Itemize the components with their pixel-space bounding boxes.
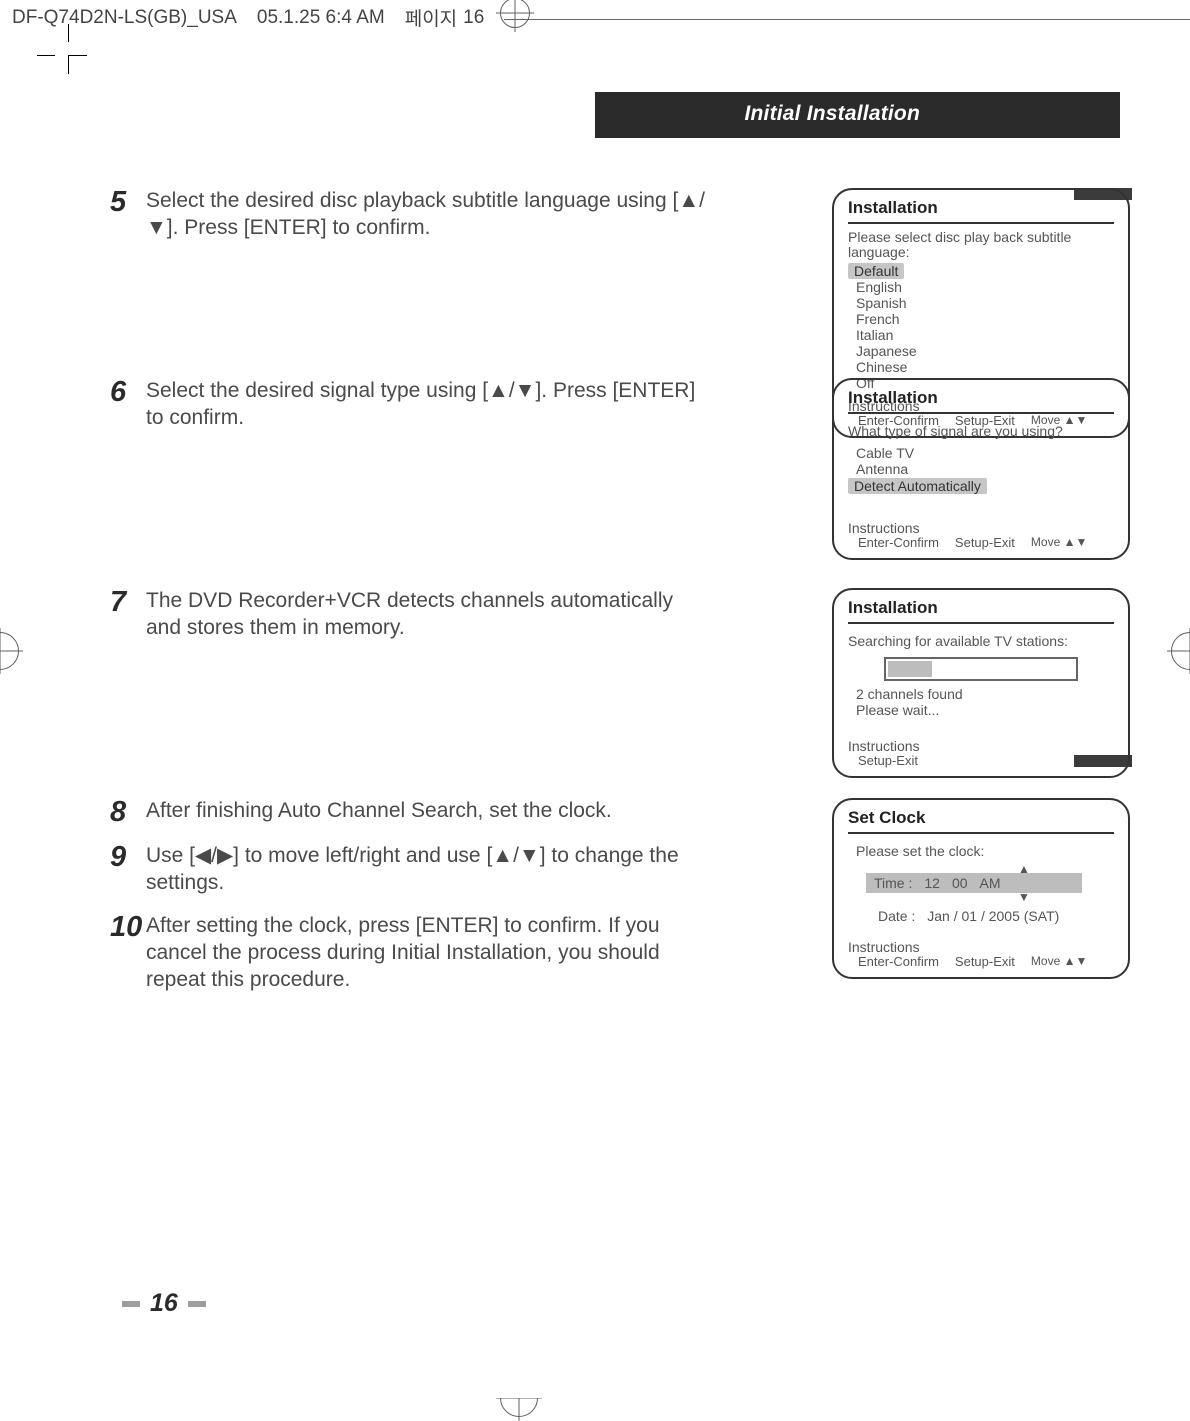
print-header: DF-Q74D2N-LS(GB)_USA 05.1.25 6:4 AM 페이지 … <box>0 0 1190 33</box>
header-rule <box>504 19 1190 20</box>
clock-time-row[interactable]: Time : 12 00 AM <box>866 873 1082 893</box>
step-text: Select the desired disc playback subtitl… <box>146 188 706 242</box>
step-text: Use [◀/▶] to move left/right and use [▲/… <box>146 843 706 897</box>
osd-option[interactable]: English <box>848 279 1114 295</box>
osd-option[interactable]: Japanese <box>848 343 1114 359</box>
step-number: 8 <box>110 798 146 827</box>
step-number: 9 <box>110 843 146 872</box>
registration-mark-icon <box>0 628 23 674</box>
osd-title: Set Clock <box>848 808 1114 834</box>
osd-signal-type: Installation What type of signal are you… <box>832 378 1130 560</box>
osd-option[interactable]: Antenna <box>848 461 1114 477</box>
down-arrow-icon[interactable]: ▼ <box>934 891 1114 903</box>
osd-instructions-label: Instructions <box>848 520 1114 536</box>
osd-option[interactable]: Spanish <box>848 295 1114 311</box>
step-number: 10 <box>110 913 146 942</box>
page-number-footer: 16 <box>122 1289 206 1318</box>
clock-hour[interactable]: 12 <box>924 875 940 891</box>
clock-time-label: Time : <box>874 875 912 891</box>
osd-instructions-label: Instructions <box>848 738 1114 754</box>
step-number: 6 <box>110 378 146 407</box>
progress-bar <box>884 657 1078 681</box>
page-number-dash-icon <box>122 1301 140 1307</box>
osd-lead: Please select disc play back subtitle la… <box>848 230 1114 261</box>
step-text: After setting the clock, press [ENTER] t… <box>146 913 706 994</box>
page-number-value: 16 <box>150 1289 178 1318</box>
doc-timestamp: 05.1.25 6:4 AM <box>257 7 385 29</box>
crop-mark-icon <box>68 55 87 74</box>
osd-channel-search: Installation Searching for available TV … <box>832 588 1130 778</box>
osd-option-list: Default English Spanish French Italian J… <box>848 263 1114 392</box>
osd-lead: Searching for available TV stations: <box>848 634 1114 649</box>
osd-hint-confirm: Enter-Confirm <box>858 954 939 969</box>
doc-filename: DF-Q74D2N-LS(GB)_USA <box>12 7 237 29</box>
osd-title: Installation <box>848 388 1114 414</box>
osd-set-clock: Set Clock Please set the clock: ▲ Time :… <box>832 798 1130 979</box>
osd-instructions-label: Instructions <box>848 939 1114 955</box>
osd-footer: Enter-Confirm Setup-Exit Move ▲▼ <box>848 954 1114 969</box>
osd-option[interactable]: Chinese <box>848 359 1114 375</box>
osd-hint-move: Move ▲▼ <box>1031 954 1087 969</box>
header-page-marker-label: 페이지 <box>405 4 457 31</box>
osd-hint-exit: Setup-Exit <box>955 535 1015 550</box>
clock-date-label: Date : <box>878 908 915 924</box>
section-title: Initial Installation <box>744 102 920 126</box>
osd-footer: Setup-Exit <box>848 753 1114 768</box>
step-text: After finishing Auto Channel Search, set… <box>146 798 612 825</box>
registration-mark-icon <box>496 0 534 32</box>
section-header-bar: Initial Installation <box>70 92 1120 138</box>
osd-option[interactable]: French <box>848 311 1114 327</box>
step-text: The DVD Recorder+VCR detects channels au… <box>146 588 706 642</box>
clock-date-value[interactable]: Jan / 01 / 2005 (SAT) <box>927 908 1059 924</box>
osd-hint-move: Move ▲▼ <box>1031 535 1087 550</box>
progress-fill <box>888 661 932 677</box>
step-number: 5 <box>110 188 146 217</box>
osd-lead: Please set the clock: <box>848 844 1114 859</box>
clock-date-row: Date : Jan / 01 / 2005 (SAT) <box>848 909 1114 924</box>
header-page-number: 16 <box>463 7 484 29</box>
registration-mark-icon <box>496 1375 542 1421</box>
clock-ampm[interactable]: AM <box>980 875 1001 891</box>
page-number-dash-icon <box>188 1301 206 1307</box>
osd-hint-exit: Setup-Exit <box>858 753 918 768</box>
osd-footer: Enter-Confirm Setup-Exit Move ▲▼ <box>848 535 1114 550</box>
manual-page: DF-Q74D2N-LS(GB)_USA 05.1.25 6:4 AM 페이지 … <box>0 0 1190 1398</box>
osd-option[interactable]: Default <box>848 263 904 279</box>
osd-option[interactable]: Cable TV <box>848 445 1114 461</box>
osd-title: Installation <box>848 598 1114 624</box>
step-number: 7 <box>110 588 146 617</box>
osd-option[interactable]: Detect Automatically <box>848 478 987 494</box>
step-text: Select the desired signal type using [▲/… <box>146 378 706 432</box>
osd-option[interactable]: Italian <box>848 327 1114 343</box>
osd-option-list: Cable TV Antenna Detect Automatically <box>848 445 1114 493</box>
osd-wait: Please wait... <box>848 703 1114 718</box>
osd-title: Installation <box>848 198 1114 224</box>
registration-mark-icon <box>1167 628 1190 674</box>
clock-minute[interactable]: 00 <box>952 875 968 891</box>
osd-lead: What type of signal are you using? <box>848 424 1114 439</box>
steps-column: 5 Select the desired disc playback subti… <box>110 188 1002 1018</box>
osd-status: 2 channels found <box>848 687 1114 702</box>
osd-hint-exit: Setup-Exit <box>955 954 1015 969</box>
osd-hint-confirm: Enter-Confirm <box>858 535 939 550</box>
